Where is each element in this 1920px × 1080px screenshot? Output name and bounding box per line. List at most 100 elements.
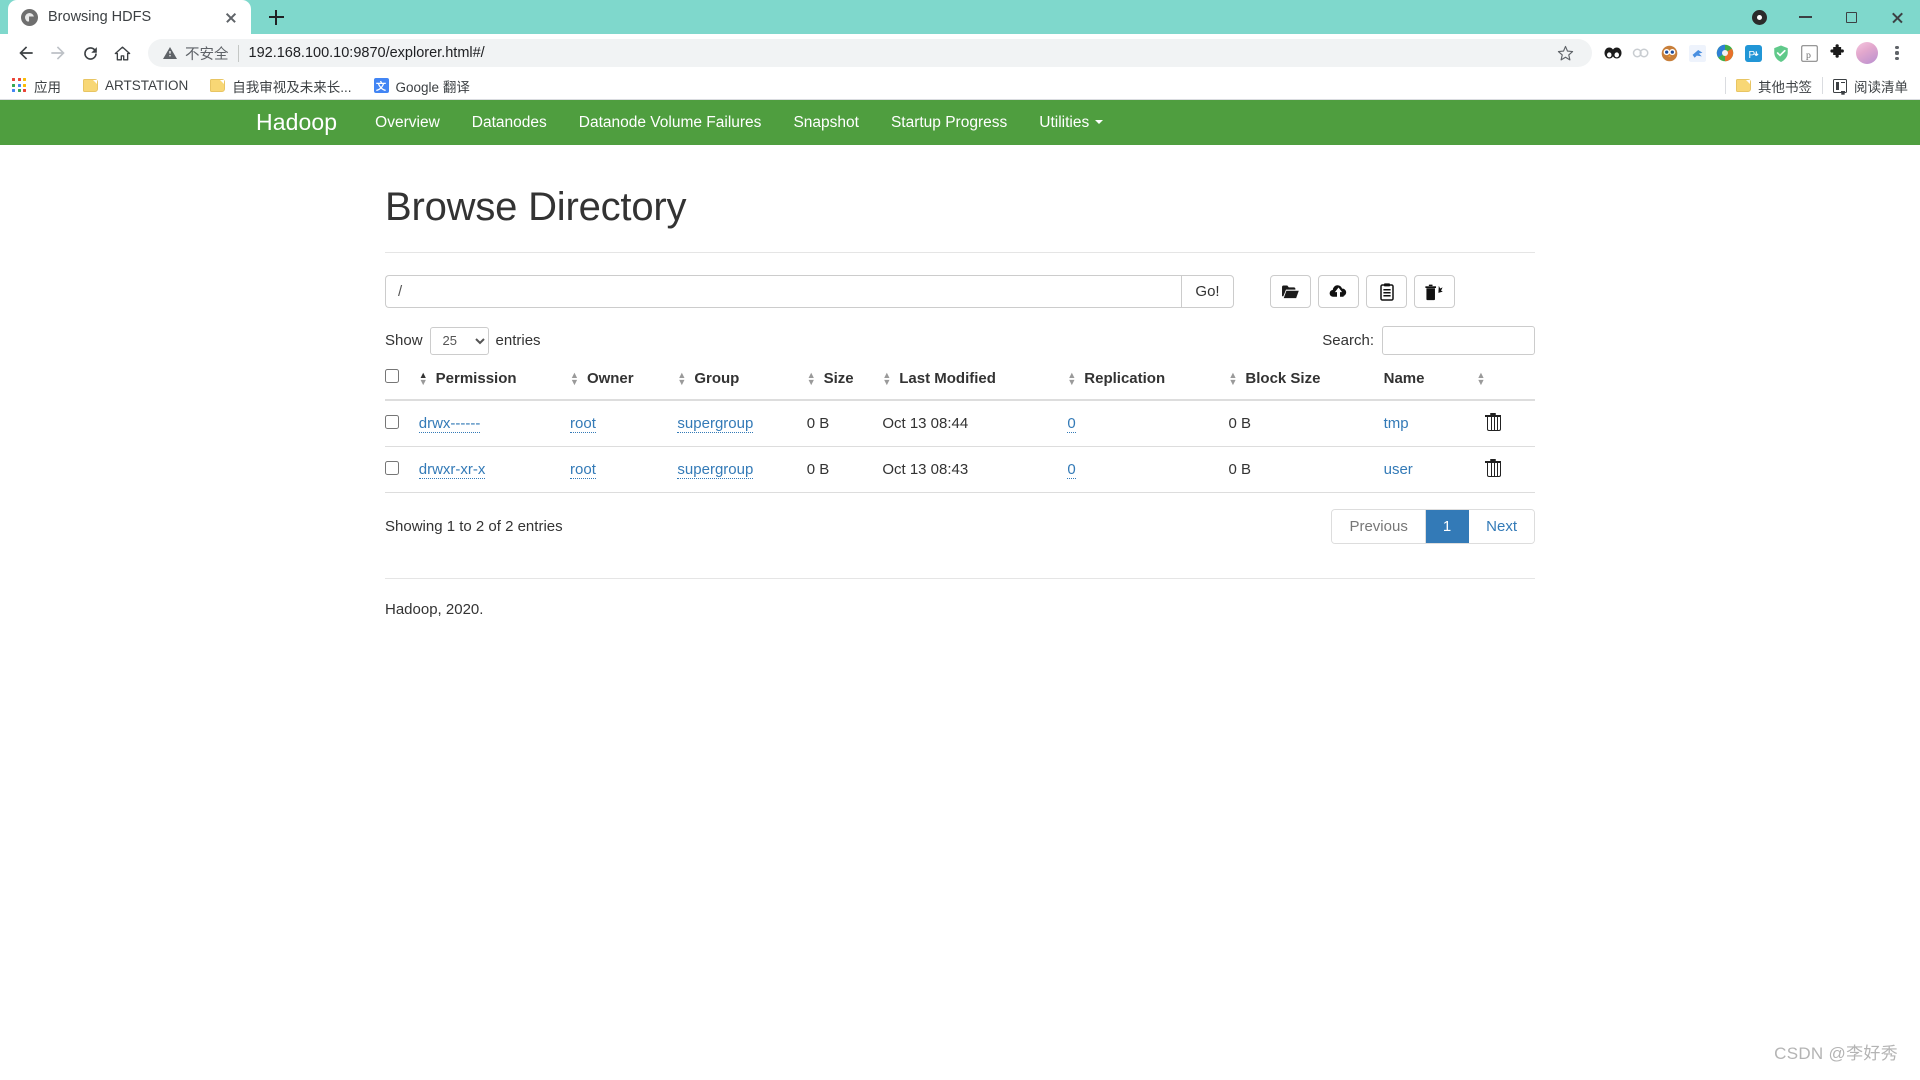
- table-row: drwxr-xr-x root supergroup 0 B Oct 13 08…: [385, 446, 1535, 493]
- window-close-button[interactable]: [1874, 0, 1920, 34]
- pinterest-icon[interactable]: p: [1796, 40, 1822, 66]
- bookmark-self-review[interactable]: 自我审视及未来长...: [210, 76, 352, 96]
- select-all-checkbox[interactable]: [385, 369, 399, 383]
- cell-last-modified: Oct 13 08:44: [882, 400, 1068, 447]
- th-owner[interactable]: ▲ ▼ Owner: [570, 369, 678, 401]
- file-name-link[interactable]: user: [1384, 461, 1413, 478]
- browser-window: Browsing HDFS 不安全 192.168.100.10:9870/ex…: [0, 0, 1920, 1080]
- window-controls: [1736, 0, 1920, 34]
- reading-list-button[interactable]: 阅读清单: [1833, 76, 1908, 96]
- puzzle-icon[interactable]: [1824, 40, 1850, 66]
- forward-icon[interactable]: [42, 37, 74, 69]
- pagination-page-1[interactable]: 1: [1425, 510, 1470, 543]
- bookmark-apps[interactable]: 应用: [12, 76, 61, 96]
- owl-icon[interactable]: [1656, 40, 1682, 66]
- url-text: 192.168.100.10:9870/explorer.html#/: [248, 45, 485, 61]
- directory-action-buttons: [1270, 275, 1455, 308]
- cell-size: 0 B: [806, 446, 883, 493]
- google-translate-icon: 文: [373, 78, 389, 93]
- new-tab-button[interactable]: [259, 0, 293, 34]
- clipboard-icon[interactable]: [1366, 275, 1407, 308]
- copyright-text: Hadoop, 2020.: [385, 601, 484, 618]
- trash-clipboard-icon[interactable]: [1414, 275, 1455, 308]
- nav-snapshot[interactable]: Snapshot: [793, 114, 859, 132]
- th-last-modified[interactable]: ▲ ▼ Last Modified: [882, 369, 1068, 401]
- browser-menu-icon[interactable]: [1884, 40, 1910, 66]
- nav-overview[interactable]: Overview: [375, 114, 440, 132]
- bookmarks-bar-right: 其他书签 阅读清单: [1715, 76, 1908, 96]
- th-size[interactable]: ▲ ▼ Size: [806, 369, 883, 401]
- upload-cloud-icon[interactable]: [1318, 275, 1359, 308]
- address-bar[interactable]: 不安全 192.168.100.10:9870/explorer.html#/: [148, 39, 1592, 67]
- reload-icon[interactable]: [74, 37, 106, 69]
- delete-icon[interactable]: [1485, 413, 1502, 431]
- owner-link[interactable]: root: [570, 415, 596, 433]
- nav-datanodes[interactable]: Datanodes: [472, 114, 547, 132]
- file-name-link[interactable]: tmp: [1384, 415, 1409, 432]
- maximize-button[interactable]: [1828, 0, 1874, 34]
- nav-startup-progress[interactable]: Startup Progress: [891, 114, 1007, 132]
- permission-link[interactable]: drwx------: [418, 415, 481, 433]
- omnibox-divider: [237, 44, 239, 62]
- home-icon[interactable]: [106, 37, 138, 69]
- cell-replication: 0: [1067, 400, 1229, 447]
- idm-icon[interactable]: [1712, 40, 1738, 66]
- bookmark-other-bookmarks[interactable]: 其他书签: [1736, 76, 1812, 96]
- nav-datanode-volume-failures[interactable]: Datanode Volume Failures: [579, 114, 762, 132]
- browser-tab[interactable]: Browsing HDFS: [8, 0, 251, 34]
- th-permission[interactable]: ▲ ▼ Permission: [418, 369, 571, 401]
- cell-block-size: 0 B: [1228, 446, 1384, 493]
- th-select-all: [385, 369, 419, 401]
- pagination-next[interactable]: Next: [1469, 510, 1534, 543]
- minimize-button[interactable]: [1782, 0, 1828, 34]
- go-button[interactable]: Go!: [1181, 275, 1234, 308]
- security-status-label: 不安全: [185, 46, 229, 63]
- folder-open-icon[interactable]: [1270, 275, 1311, 308]
- sort-icon: ▲ ▼: [1067, 370, 1077, 387]
- hadoop-brand[interactable]: Hadoop: [256, 109, 337, 136]
- path-input[interactable]: [385, 275, 1181, 308]
- bookmark-star-icon[interactable]: [1552, 40, 1578, 66]
- show-label: Show: [385, 332, 423, 349]
- th-group[interactable]: ▲ ▼ Group: [677, 369, 807, 401]
- bookmark-label: Google 翻译: [395, 79, 470, 95]
- tab-strip: Browsing HDFS: [0, 0, 1920, 34]
- cell-name: user: [1383, 446, 1486, 493]
- pagination-previous[interactable]: Previous: [1332, 510, 1426, 543]
- bookmark-google-translate[interactable]: 文 Google 翻译: [373, 76, 470, 96]
- replication-link[interactable]: 0: [1067, 461, 1076, 479]
- cell-select: [385, 446, 419, 493]
- page-title: Browse Directory: [385, 185, 687, 229]
- nav-utilities[interactable]: Utilities: [1039, 114, 1103, 132]
- th-block-size[interactable]: ▲ ▼ Block Size: [1228, 369, 1384, 401]
- owner-link[interactable]: root: [570, 461, 596, 479]
- sort-icon: ▲ ▼: [1228, 370, 1238, 387]
- group-link[interactable]: supergroup: [677, 461, 754, 479]
- screen-record-button[interactable]: [1736, 0, 1782, 34]
- eyes-icon[interactable]: [1600, 40, 1626, 66]
- back-icon[interactable]: [10, 37, 42, 69]
- pdownload-icon[interactable]: P: [1740, 40, 1766, 66]
- search-input[interactable]: [1382, 326, 1535, 355]
- entries-select[interactable]: 25 50 100: [429, 326, 489, 355]
- sort-icon: ▲ ▼: [418, 370, 428, 387]
- file-table: ▲ ▼ Permission ▲ ▼ Owner ▲ ▼ Group ▲ ▼ S…: [385, 369, 1535, 493]
- row-checkbox[interactable]: [385, 414, 399, 429]
- permission-link[interactable]: drwxr-xr-x: [418, 461, 486, 479]
- bookmark-artstation[interactable]: ARTSTATION: [83, 78, 188, 93]
- cell-group: supergroup: [677, 400, 807, 447]
- replication-link[interactable]: 0: [1067, 415, 1076, 433]
- bird-icon[interactable]: [1684, 40, 1710, 66]
- chain-icon[interactable]: [1628, 40, 1654, 66]
- bookmarks-bar: 应用 ARTSTATION 自我审视及未来长... 文 Google 翻译 其他…: [0, 72, 1920, 100]
- shield-icon[interactable]: [1768, 40, 1794, 66]
- folder-icon: [83, 79, 98, 92]
- th-name[interactable]: Name ▲ ▼: [1383, 369, 1486, 401]
- delete-icon[interactable]: [1485, 459, 1502, 477]
- group-link[interactable]: supergroup: [677, 415, 754, 433]
- close-icon[interactable]: [221, 7, 241, 27]
- th-label: Owner: [586, 370, 634, 387]
- th-replication[interactable]: ▲ ▼ Replication: [1067, 369, 1229, 401]
- row-checkbox[interactable]: [385, 460, 399, 475]
- profile-avatar[interactable]: [1856, 42, 1878, 64]
